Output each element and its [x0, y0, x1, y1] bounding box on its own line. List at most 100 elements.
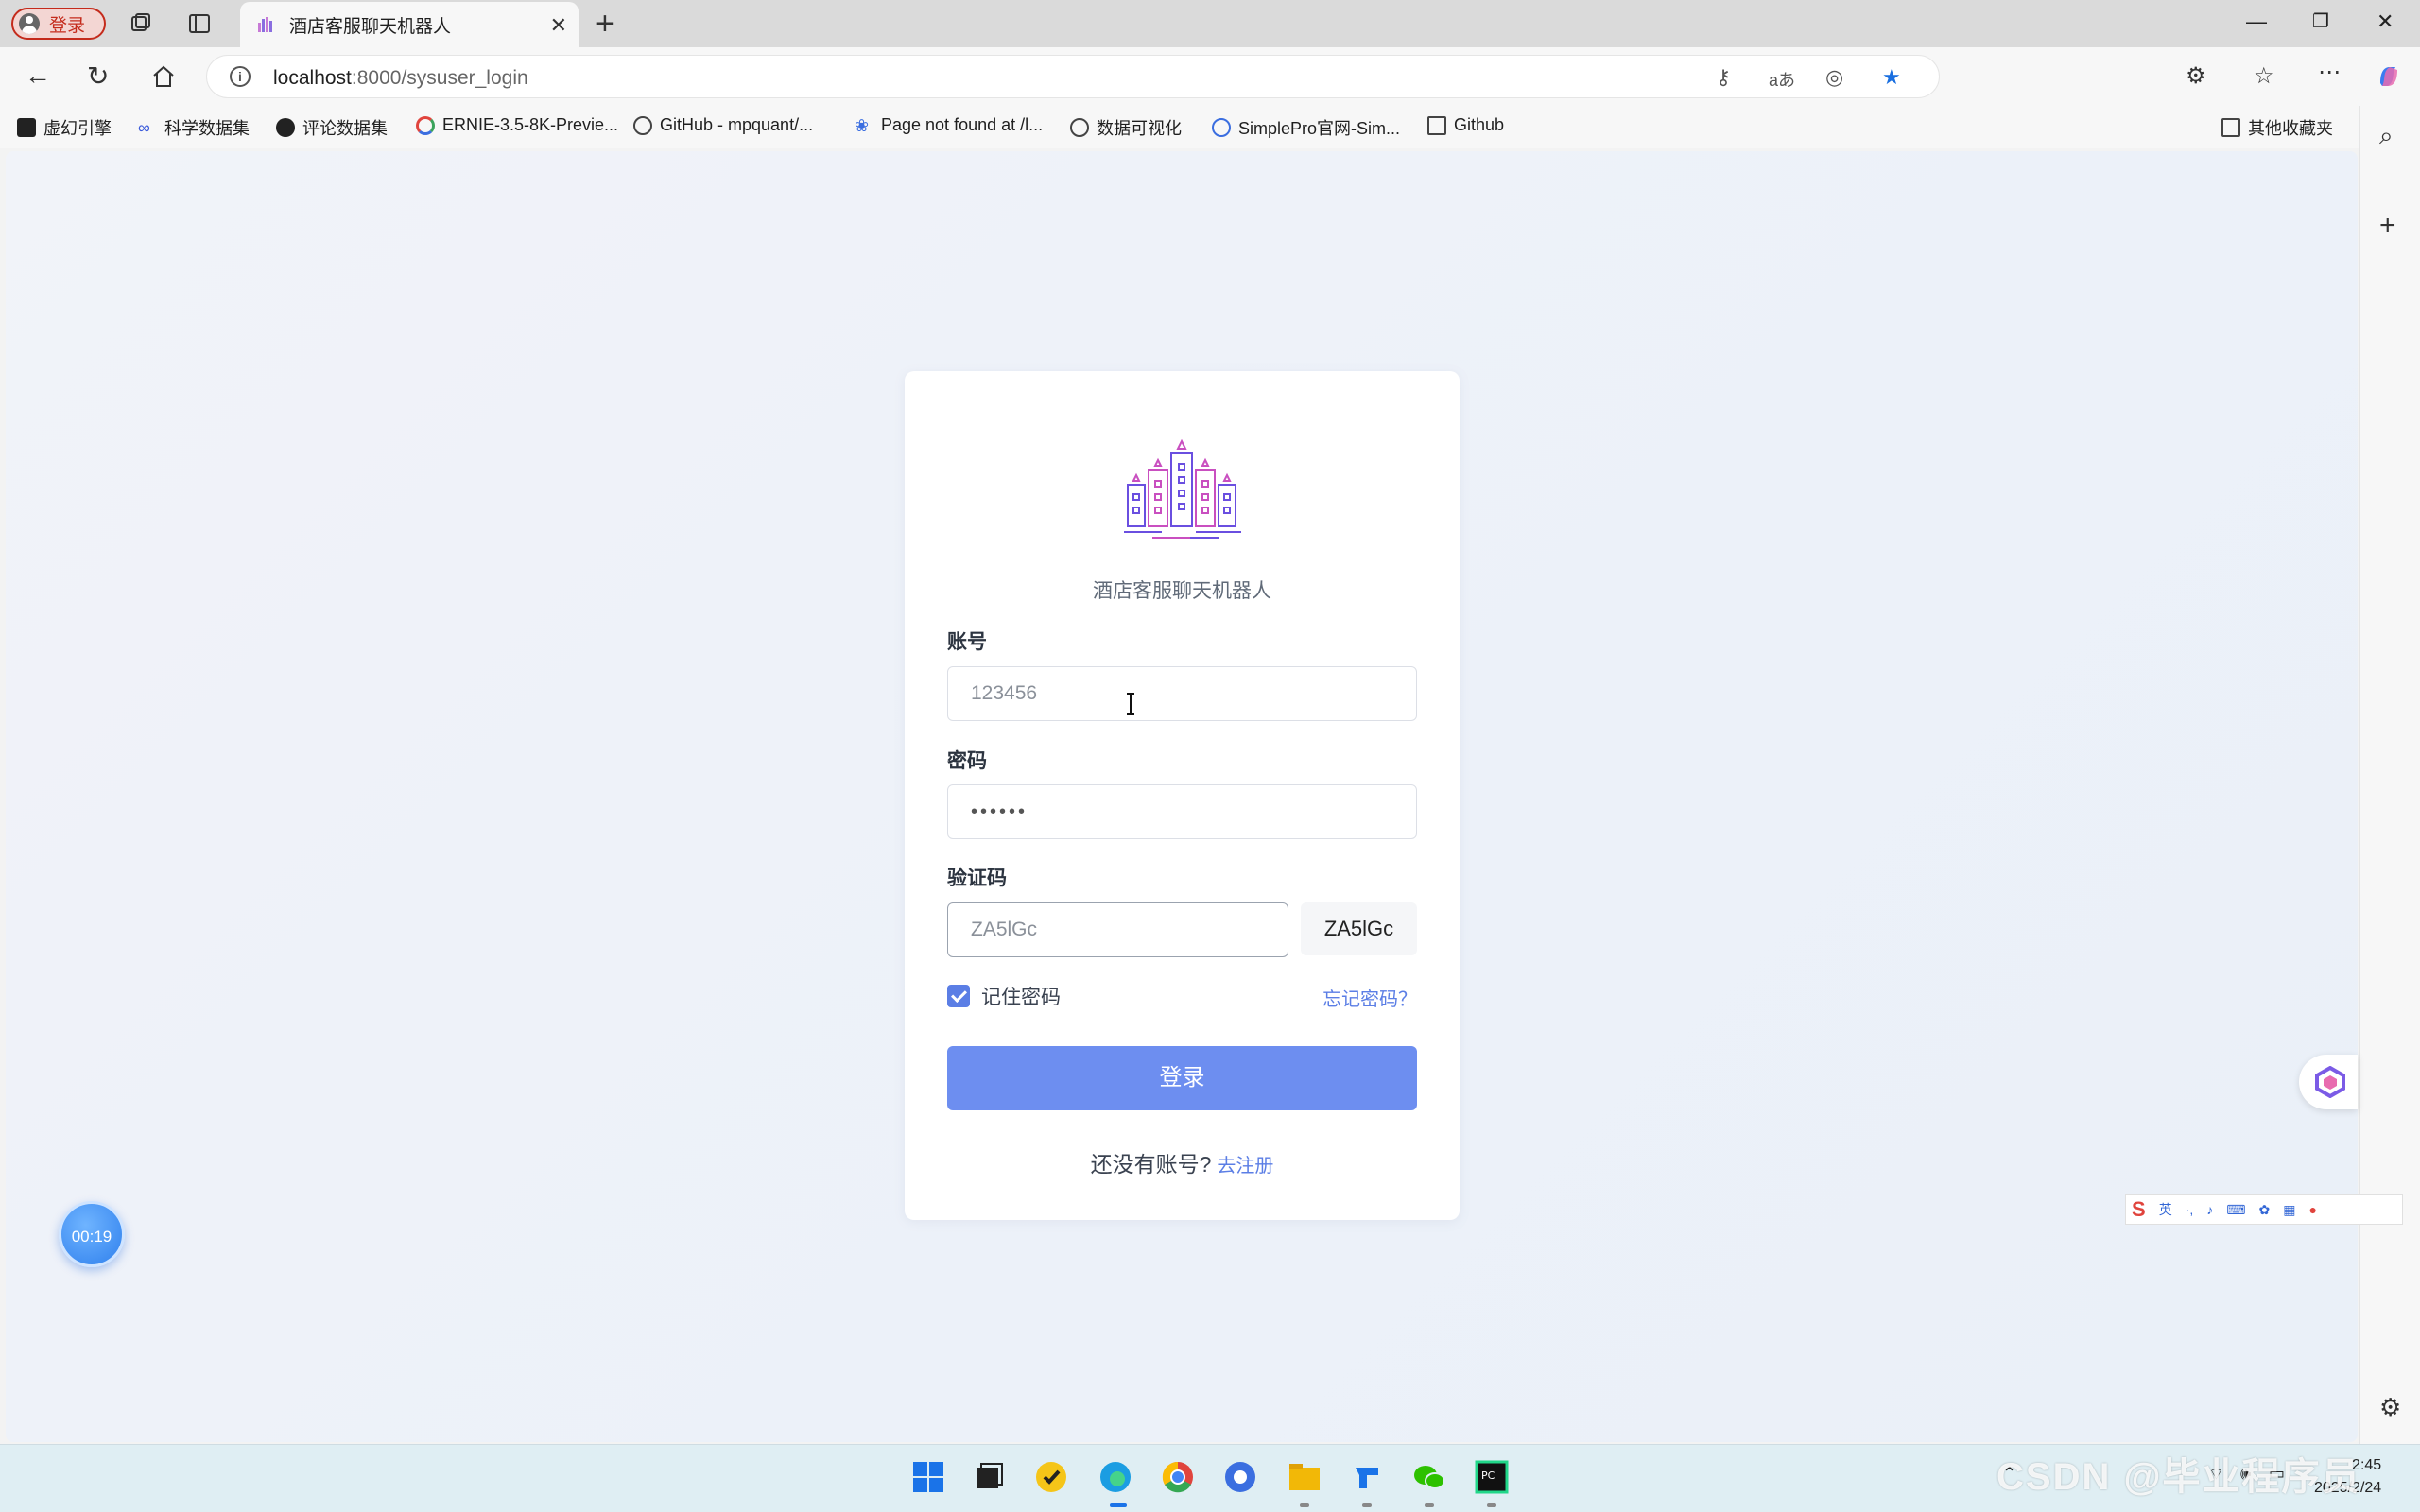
keyboard-icon[interactable]: ⌨: [2226, 1202, 2245, 1218]
floating-assistant-button[interactable]: [2299, 1055, 2358, 1109]
wechat-icon[interactable]: [1410, 1458, 1448, 1496]
github-icon: [276, 118, 295, 137]
remember-label: 记住密码: [981, 987, 1061, 1008]
ime-toolbar: S 英 ·, ♪ ⌨ ✿ ▦ ●: [2125, 1194, 2403, 1225]
explorer-open-indicator: [1300, 1503, 1309, 1507]
bookmark-item[interactable]: ∞ 科学数据集: [138, 115, 250, 140]
microphone-icon[interactable]: ♪: [2206, 1202, 2213, 1217]
favorite-star-icon[interactable]: ★: [1882, 65, 1901, 90]
other-bookmarks-folder[interactable]: 其他收藏夹: [2221, 115, 2333, 140]
chrome-icon[interactable]: [1159, 1458, 1197, 1496]
copilot-icon[interactable]: [2375, 62, 2403, 91]
feishu-icon[interactable]: [1348, 1458, 1386, 1496]
register-link[interactable]: 去注册: [1217, 1156, 1273, 1177]
bookmark-item[interactable]: GitHub - mpquant/...: [633, 115, 813, 135]
workspaces-icon[interactable]: [129, 11, 153, 36]
extensions-icon[interactable]: ⚙: [2186, 62, 2206, 90]
sogou-icon[interactable]: S: [2132, 1197, 2146, 1222]
new-tab-icon[interactable]: +: [596, 6, 614, 43]
messenger-icon[interactable]: [1221, 1458, 1259, 1496]
ime-mode[interactable]: 英: [2159, 1200, 2172, 1219]
bookmarks-bar: 虚幻引擎 ∞ 科学数据集 评论数据集 ERNIE-3.5-8K-Previe...…: [0, 106, 2363, 148]
epic-icon: [17, 118, 36, 137]
edge-sidebar: ⌕ + ⚙: [2360, 106, 2420, 1444]
add-sidebar-app-icon[interactable]: +: [2379, 210, 2396, 242]
browser-tab-bar: 登录 酒店客服聊天机器人 ✕ + — ❐ ✕: [0, 0, 2420, 47]
more-ime-icon[interactable]: ●: [2308, 1202, 2316, 1217]
window-close-icon[interactable]: ✕: [2377, 9, 2394, 34]
remember-password[interactable]: 记住密码: [947, 982, 1061, 1010]
sidebar-settings-icon[interactable]: ⚙: [2379, 1393, 2401, 1422]
svg-text:PC: PC: [1481, 1469, 1495, 1482]
restore-icon[interactable]: ❐: [2312, 9, 2329, 33]
refresh-icon[interactable]: ↻: [87, 60, 109, 92]
password-input[interactable]: ••••••: [947, 784, 1417, 839]
globe-icon: [633, 115, 652, 135]
captcha-input[interactable]: ZA5lGc: [947, 902, 1288, 957]
hotel-logo-icon: [1124, 439, 1241, 539]
edge-icon[interactable]: [1097, 1458, 1134, 1496]
captcha-image[interactable]: ZA5lGc: [1301, 902, 1417, 955]
remember-checkbox[interactable]: [947, 985, 970, 1007]
bookmark-item[interactable]: 虚幻引擎: [17, 115, 112, 140]
task-view-icon[interactable]: [970, 1458, 1008, 1496]
minimize-icon[interactable]: —: [2246, 9, 2267, 34]
csdn-watermark: CSDN @毕业程序员: [1996, 1456, 2361, 1498]
site-info-icon[interactable]: i: [230, 66, 251, 87]
file-explorer-icon[interactable]: [1286, 1458, 1323, 1496]
back-icon[interactable]: ←: [25, 60, 51, 91]
tab-title: 酒店客服聊天机器人: [289, 16, 452, 37]
address-bar[interactable]: i localhost:8000/sysuser_login ⚷ aあ ◎ ★: [206, 55, 1940, 98]
home-icon[interactable]: [151, 64, 176, 89]
translate-icon[interactable]: aあ: [1769, 67, 1795, 92]
no-account-text: 还没有账号?: [1090, 1152, 1212, 1177]
assistant-hexagon-icon: [2315, 1066, 2345, 1098]
paw-icon: ❀: [855, 115, 870, 135]
pycharm-open-indicator: [1487, 1503, 1496, 1507]
recording-timer[interactable]: 00:19: [59, 1201, 125, 1267]
ernie-icon: [416, 115, 435, 135]
register-prompt: 还没有账号? 去注册: [905, 1146, 1460, 1178]
wechat-open-indicator: [1425, 1503, 1434, 1507]
address-toolbar: ← ↻ i localhost:8000/sysuser_login ⚷ aあ …: [0, 47, 2420, 106]
bookmark-item[interactable]: SimplePro官网-Sim...: [1212, 115, 1400, 140]
login-button[interactable]: 登录: [947, 1046, 1417, 1110]
profile-button[interactable]: 登录: [11, 8, 106, 40]
bookmark-item[interactable]: 数据可视化: [1070, 115, 1182, 140]
edge-active-indicator: [1110, 1503, 1127, 1507]
bookmark-folder[interactable]: Github: [1427, 115, 1504, 135]
profile-label: 登录: [49, 15, 86, 36]
password-label: 密码: [947, 750, 987, 772]
bookmark-item[interactable]: ❀ Page not found at /l...: [855, 115, 1043, 135]
favorites-icon[interactable]: ☆: [2254, 62, 2274, 90]
captcha-label: 验证码: [947, 868, 1007, 889]
account-input[interactable]: 123456: [947, 666, 1417, 721]
login-card: 酒店客服聊天机器人 账号 123456 密码 •••••• 验证码 ZA5lGc…: [905, 371, 1460, 1220]
toolbox-icon[interactable]: ▦: [2283, 1202, 2295, 1218]
folder-icon: [2221, 118, 2240, 137]
punctuation-icon[interactable]: ·,: [2186, 1202, 2194, 1217]
bookmark-item[interactable]: ERNIE-3.5-8K-Previe...: [416, 115, 618, 135]
edge-sync-icon[interactable]: ◎: [1825, 65, 1843, 90]
pycharm-icon[interactable]: PC: [1473, 1458, 1511, 1496]
search-icon[interactable]: ⌕: [2379, 121, 2394, 151]
infinity-icon: ∞: [138, 118, 150, 137]
norton-icon[interactable]: [1032, 1458, 1070, 1496]
feishu-open-indicator: [1362, 1503, 1372, 1507]
key-icon[interactable]: ⚷: [1716, 65, 1731, 90]
account-label: 账号: [947, 631, 987, 653]
app-title: 酒店客服聊天机器人: [1093, 580, 1271, 602]
globe-icon: [1070, 118, 1089, 137]
skin-icon[interactable]: ✿: [2258, 1202, 2270, 1218]
start-icon[interactable]: [909, 1458, 947, 1496]
bookmark-item[interactable]: 评论数据集: [276, 115, 388, 140]
active-tab[interactable]: 酒店客服聊天机器人 ✕: [240, 2, 579, 47]
close-tab-icon[interactable]: ✕: [550, 13, 567, 38]
simplepro-icon: [1212, 118, 1231, 137]
vertical-tabs-icon[interactable]: [187, 11, 212, 36]
url-text: localhost:8000/sysuser_login: [273, 67, 528, 89]
text-cursor-icon: [1127, 693, 1134, 715]
user-avatar-icon: [19, 13, 40, 34]
more-menu-icon[interactable]: ⋯: [2318, 59, 2341, 86]
forgot-password-link[interactable]: 忘记密码？: [1322, 984, 1417, 1011]
